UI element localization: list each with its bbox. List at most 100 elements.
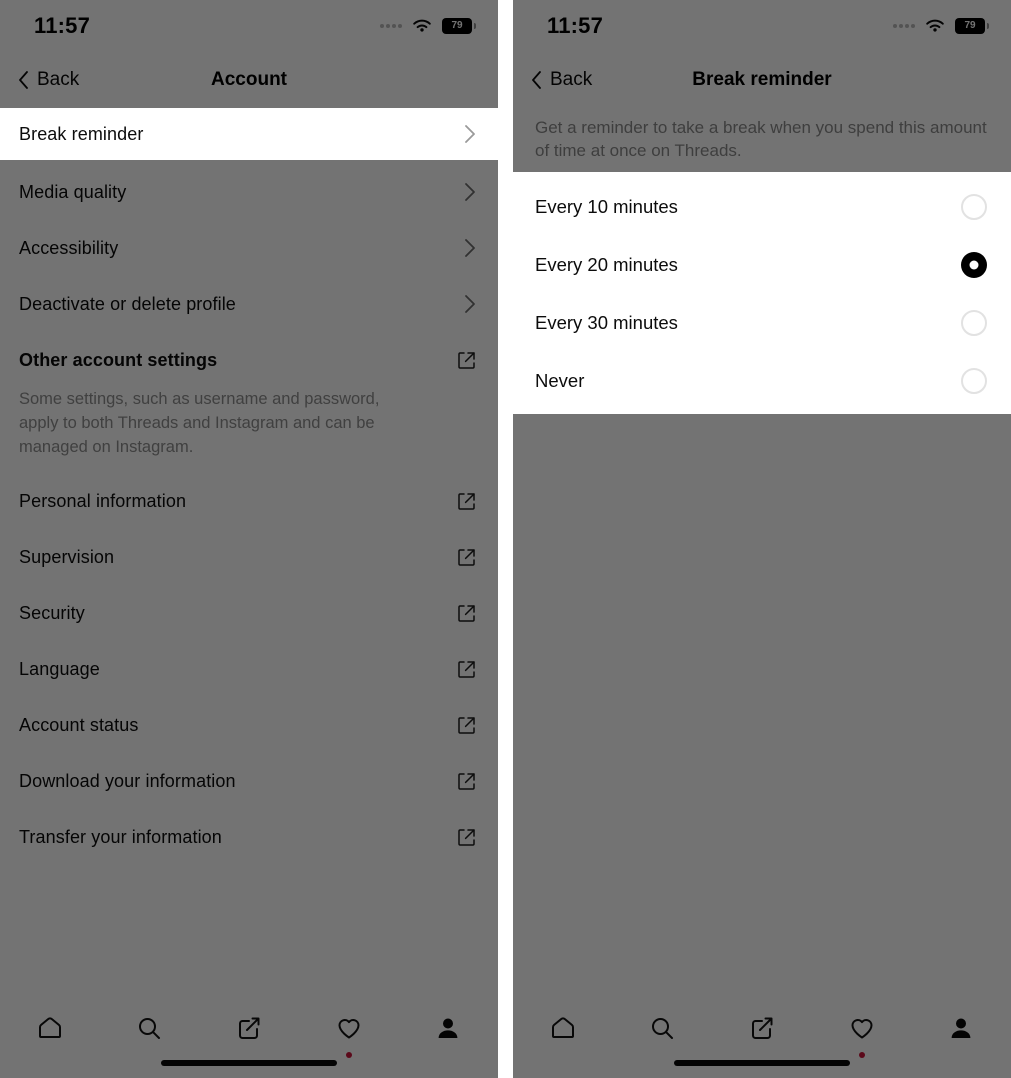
navigation-bar: Back Break reminder bbox=[513, 52, 1011, 108]
status-bar-indicators: 79 bbox=[893, 18, 989, 34]
home-icon bbox=[38, 1017, 61, 1038]
option-label: Every 30 minutes bbox=[535, 312, 678, 333]
section-description: Some settings, such as username and pass… bbox=[19, 390, 380, 456]
external-link-icon bbox=[458, 549, 475, 567]
external-link-icon bbox=[458, 493, 475, 511]
external-link-icon bbox=[458, 717, 475, 735]
external-link-icon bbox=[458, 661, 475, 679]
tab-profile[interactable] bbox=[911, 1006, 1011, 1050]
option-every-20-minutes[interactable]: Every 20 minutes bbox=[513, 236, 1011, 294]
list-item-label: Transfer your information bbox=[19, 827, 222, 848]
list-item-other-account-settings[interactable]: Other account settings bbox=[0, 332, 498, 388]
list-item-label: Media quality bbox=[19, 181, 127, 202]
activity-notification-dot bbox=[858, 1052, 865, 1058]
tab-home[interactable] bbox=[0, 1006, 100, 1050]
right-phone-panel: 11:57 79 Back Break reminder Get a remin… bbox=[513, 0, 1011, 1078]
wifi-icon bbox=[926, 19, 944, 32]
tab-compose[interactable] bbox=[199, 1006, 299, 1050]
list-item-security[interactable]: Security bbox=[0, 586, 498, 642]
tab-profile[interactable] bbox=[398, 1006, 498, 1050]
list-item-language[interactable]: Language bbox=[0, 642, 498, 698]
tab-search[interactable] bbox=[100, 1006, 200, 1050]
tab-activity[interactable] bbox=[812, 1006, 912, 1058]
list-item-label: Download your information bbox=[19, 771, 236, 792]
chevron-right-icon bbox=[465, 125, 475, 143]
radio-button-every-20-minutes[interactable] bbox=[961, 252, 987, 278]
signal-dots-icon bbox=[893, 24, 915, 28]
battery-icon: 79 bbox=[955, 18, 989, 34]
list-item-deactivate-or-delete-profile[interactable]: Deactivate or delete profile bbox=[0, 276, 498, 332]
signal-dots-icon bbox=[380, 24, 402, 28]
list-item-label: Account status bbox=[19, 715, 139, 736]
left-phone-panel: 11:57 79 Back Account Media quality Acce… bbox=[0, 0, 498, 1078]
tab-search[interactable] bbox=[613, 1006, 713, 1050]
status-bar: 11:57 79 bbox=[513, 0, 1011, 52]
external-link-icon bbox=[458, 773, 475, 791]
option-every-30-minutes[interactable]: Every 30 minutes bbox=[513, 294, 1011, 352]
list-item-accessibility[interactable]: Accessibility bbox=[0, 220, 498, 276]
battery-level: 79 bbox=[451, 20, 463, 31]
section-header-label: Other account settings bbox=[19, 349, 218, 370]
back-button-label: Back bbox=[37, 69, 80, 90]
list-item-label: Break reminder bbox=[19, 123, 144, 144]
profile-icon bbox=[951, 1018, 971, 1038]
list-item-download-your-information[interactable]: Download your information bbox=[0, 754, 498, 810]
radio-button-never[interactable] bbox=[961, 368, 987, 394]
list-item-label: Security bbox=[19, 603, 85, 624]
profile-icon bbox=[438, 1018, 458, 1038]
chevron-right-icon bbox=[465, 295, 475, 313]
list-item-label: Deactivate or delete profile bbox=[19, 293, 236, 314]
option-every-10-minutes[interactable]: Every 10 minutes bbox=[513, 178, 1011, 236]
chevron-right-icon bbox=[465, 239, 475, 257]
list-item-break-reminder[interactable]: Break reminder bbox=[0, 108, 498, 160]
option-label: Every 20 minutes bbox=[535, 254, 678, 275]
list-item-label: Language bbox=[19, 659, 100, 680]
external-link-icon bbox=[458, 351, 475, 369]
status-bar-time: 11:57 bbox=[547, 13, 604, 38]
panel-divider bbox=[498, 0, 513, 1078]
home-icon bbox=[551, 1017, 574, 1038]
list-item-personal-information[interactable]: Personal information bbox=[0, 474, 498, 530]
external-link-icon bbox=[458, 605, 475, 623]
chevron-left-icon bbox=[532, 71, 541, 89]
radio-button-every-10-minutes[interactable] bbox=[961, 194, 987, 220]
search-icon bbox=[652, 1018, 674, 1039]
list-item-transfer-your-information[interactable]: Transfer your information bbox=[0, 810, 498, 866]
back-button[interactable]: Back bbox=[18, 69, 79, 91]
option-label: Never bbox=[535, 370, 585, 391]
home-indicator-left bbox=[161, 1060, 337, 1066]
status-bar-indicators: 79 bbox=[380, 18, 476, 34]
back-button-label: Back bbox=[550, 69, 593, 90]
list-item-label: Supervision bbox=[19, 547, 115, 568]
back-button[interactable]: Back bbox=[531, 69, 592, 91]
list-item-media-quality[interactable]: Media quality bbox=[0, 164, 498, 220]
activity-notification-dot bbox=[345, 1052, 352, 1058]
list-item-label: Accessibility bbox=[19, 237, 119, 258]
status-bar-time: 11:57 bbox=[34, 13, 91, 38]
settings-list: Media quality Accessibility Deactivate o… bbox=[0, 108, 498, 866]
screenshot-stage: 11:57 79 Back Account Media quality Acce… bbox=[0, 0, 1011, 1078]
battery-icon: 79 bbox=[442, 18, 476, 34]
tab-compose[interactable] bbox=[712, 1006, 812, 1050]
tab-home[interactable] bbox=[513, 1006, 613, 1050]
external-link-icon bbox=[458, 829, 475, 847]
radio-button-every-30-minutes[interactable] bbox=[961, 310, 987, 336]
battery-level: 79 bbox=[964, 20, 976, 31]
heart-icon bbox=[851, 1019, 873, 1039]
tab-activity[interactable] bbox=[299, 1006, 399, 1058]
break-reminder-screen: 11:57 79 Back Break reminder Get a remin… bbox=[513, 0, 1011, 1078]
option-label: Every 10 minutes bbox=[535, 196, 678, 217]
account-settings-screen: 11:57 79 Back Account Media quality Acce… bbox=[0, 0, 498, 1078]
status-bar: 11:57 79 bbox=[0, 0, 498, 52]
heart-icon bbox=[338, 1019, 360, 1039]
home-indicator-right bbox=[674, 1060, 850, 1066]
option-never[interactable]: Never bbox=[513, 352, 1011, 410]
wifi-icon bbox=[413, 19, 431, 32]
search-icon bbox=[139, 1018, 161, 1039]
compose-icon bbox=[751, 1017, 773, 1039]
list-item-supervision[interactable]: Supervision bbox=[0, 530, 498, 586]
navigation-bar: Back Account bbox=[0, 52, 498, 108]
list-item-account-status[interactable]: Account status bbox=[0, 698, 498, 754]
compose-icon bbox=[238, 1017, 260, 1039]
chevron-right-icon bbox=[465, 183, 475, 201]
